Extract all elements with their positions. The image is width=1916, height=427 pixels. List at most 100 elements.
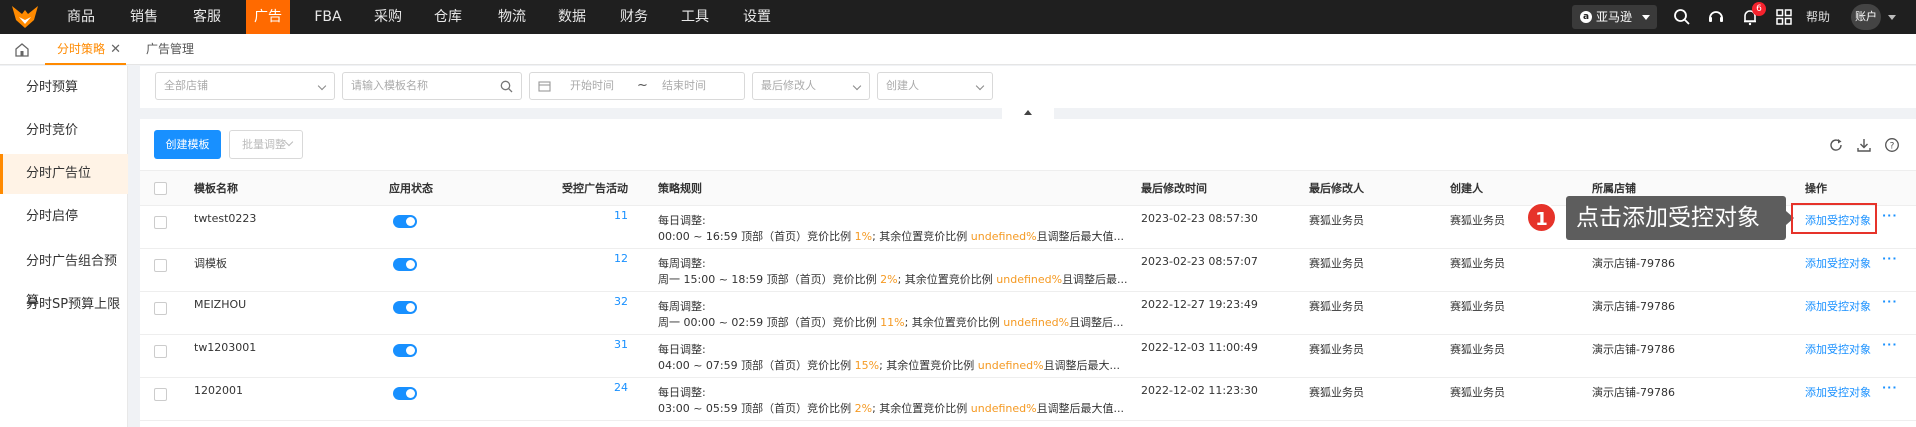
table-row[interactable]: tw1203001 31 每日调整: 04:00 ~ 07:59 顶部（首页）竞…	[140, 335, 1916, 378]
modified-time: 2023-02-23 08:57:30	[1141, 212, 1258, 225]
rule-type: 每日调整:	[658, 343, 706, 356]
more-actions-icon[interactable]: ···	[1882, 295, 1898, 308]
more-actions-icon[interactable]: ···	[1882, 252, 1898, 265]
chevron-down-icon	[1642, 15, 1650, 20]
chevron-up-icon	[1024, 110, 1032, 115]
search-icon[interactable]	[1673, 8, 1691, 26]
last-modifier-select[interactable]: 最后修改人	[752, 72, 870, 100]
sidebar-item-sp-budget-cap[interactable]: 分时SP预算上限	[0, 285, 128, 325]
nav-item-logistics[interactable]: 物流	[490, 0, 534, 34]
tab-time-strategy[interactable]: 分时策略 ✕	[45, 34, 126, 65]
row-checkbox[interactable]	[154, 345, 167, 358]
more-actions-icon[interactable]: ···	[1882, 381, 1898, 394]
home-icon[interactable]	[14, 42, 30, 57]
status-toggle[interactable]	[393, 215, 417, 228]
table-row[interactable]: 调模板 12 每周调整: 周一 15:00 ~ 18:59 顶部（首页）竞价比例…	[140, 249, 1916, 292]
chevron-down-icon[interactable]	[1888, 15, 1896, 20]
nav-item-sales[interactable]: 销售	[120, 0, 168, 34]
status-toggle[interactable]	[393, 301, 417, 314]
sidebar-item-placement[interactable]: 分时广告位	[0, 154, 128, 194]
batch-adjust-label: 批量调整	[242, 138, 286, 151]
creator: 赛狐业务员	[1450, 214, 1505, 227]
nav-item-finance[interactable]: 财务	[612, 0, 656, 34]
nav-item-tools[interactable]: 工具	[673, 0, 717, 34]
nav-item-ads[interactable]: 广告	[246, 0, 290, 34]
download-icon[interactable]	[1856, 137, 1872, 153]
controlled-count[interactable]: 11	[614, 209, 628, 222]
template-name: MEIZHOU	[194, 298, 247, 311]
template-name-input[interactable]: 请输入模板名称	[342, 72, 522, 100]
tab-ad-management[interactable]: 广告管理	[146, 34, 194, 65]
more-actions-icon[interactable]: ···	[1882, 209, 1898, 222]
template-name: tw1203001	[194, 341, 257, 354]
help-circle-icon[interactable]: ?	[1884, 137, 1900, 153]
template-name-placeholder: 请输入模板名称	[351, 79, 428, 92]
creator-select[interactable]: 创建人	[877, 72, 993, 100]
nav-item-products[interactable]: 商品	[57, 0, 105, 34]
status-toggle[interactable]	[393, 258, 417, 271]
row-checkbox[interactable]	[154, 259, 167, 272]
apps-grid-icon[interactable]	[1775, 8, 1793, 26]
controlled-count[interactable]: 31	[614, 338, 628, 351]
status-toggle[interactable]	[393, 387, 417, 400]
row-checkbox[interactable]	[154, 388, 167, 401]
rule-type: 每日调整:	[658, 386, 706, 399]
sidebar-item-startstop[interactable]: 分时启停	[0, 197, 128, 237]
sidebar-item-portfolio-budget[interactable]: 分时广告组合预算	[0, 242, 128, 309]
nav-item-purchase[interactable]: 采购	[366, 0, 410, 34]
add-controlled-object-link[interactable]: 添加受控对象	[1805, 298, 1871, 314]
status-toggle[interactable]	[393, 344, 417, 357]
top-navigation: 商品 销售 客服 广告 FBA 采购 仓库 物流 数据 财务 工具 设置 a 亚…	[0, 0, 1916, 34]
account-avatar[interactable]: 账户	[1851, 4, 1881, 30]
tab-strip: 分时策略 ✕ 广告管理	[0, 34, 1916, 65]
headset-icon[interactable]	[1707, 8, 1725, 26]
template-name: twtest0223	[194, 212, 257, 225]
select-all-checkbox[interactable]	[154, 182, 167, 195]
template-name: 1202001	[194, 384, 243, 397]
store: 演示店铺-79786	[1592, 257, 1675, 270]
create-template-button[interactable]: 创建模板	[154, 130, 221, 159]
tutorial-tooltip: 点击添加受控对象	[1566, 196, 1786, 240]
modified-time: 2023-02-23 08:57:07	[1141, 255, 1258, 268]
rule-detail: 00:00 ~ 16:59 顶部（首页）竞价比例 1%; 其余位置竞价比例 un…	[658, 230, 1125, 243]
start-time-placeholder: 开始时间	[570, 79, 614, 92]
add-controlled-object-link[interactable]: 添加受控对象	[1805, 255, 1871, 271]
search-icon[interactable]	[500, 80, 513, 93]
nav-item-service[interactable]: 客服	[183, 0, 231, 34]
store-select[interactable]: 全部店铺	[155, 72, 335, 100]
collapse-filters-toggle[interactable]	[1002, 107, 1054, 119]
market-label: 亚马逊	[1596, 10, 1633, 24]
controlled-count[interactable]: 24	[614, 381, 628, 394]
sidebar-item-bid[interactable]: 分时竞价	[0, 111, 128, 151]
row-checkbox[interactable]	[154, 216, 167, 229]
creator: 赛狐业务员	[1450, 386, 1505, 399]
store-select-value: 全部店铺	[164, 79, 208, 92]
highlight-box	[1791, 203, 1877, 234]
row-checkbox[interactable]	[154, 302, 167, 315]
date-range-picker[interactable]: 开始时间 ~ 结束时间	[529, 72, 745, 100]
refresh-icon[interactable]	[1828, 137, 1844, 153]
nav-item-fba[interactable]: FBA	[306, 0, 350, 34]
header-modified-time: 最后修改时间	[1141, 182, 1207, 195]
add-controlled-object-link[interactable]: 添加受控对象	[1805, 384, 1871, 400]
template-name: 调模板	[194, 257, 227, 270]
batch-adjust-button[interactable]: 批量调整	[229, 130, 303, 159]
more-actions-icon[interactable]: ···	[1882, 338, 1898, 351]
controlled-count[interactable]: 12	[614, 252, 628, 265]
add-controlled-object-link[interactable]: 添加受控对象	[1805, 341, 1871, 357]
chevron-down-icon	[284, 137, 294, 147]
close-icon[interactable]: ✕	[110, 34, 121, 65]
market-selector[interactable]: a 亚马逊	[1572, 5, 1657, 29]
header-creator: 创建人	[1450, 182, 1483, 195]
fox-logo-icon[interactable]	[10, 4, 40, 30]
sidebar-item-budget[interactable]: 分时预算	[0, 68, 128, 108]
help-link[interactable]: 帮助	[1806, 0, 1830, 34]
chevron-down-icon	[317, 81, 327, 91]
nav-item-warehouse[interactable]: 仓库	[426, 0, 470, 34]
table-row[interactable]: MEIZHOU 32 每周调整: 周一 00:00 ~ 02:59 顶部（首页）…	[140, 292, 1916, 335]
controlled-count[interactable]: 32	[614, 295, 628, 308]
nav-item-data[interactable]: 数据	[550, 0, 594, 34]
store: 演示店铺-79786	[1592, 386, 1675, 399]
nav-item-settings[interactable]: 设置	[735, 0, 779, 34]
table-row[interactable]: 1202001 24 每日调整: 03:00 ~ 05:59 顶部（首页）竞价比…	[140, 378, 1916, 421]
